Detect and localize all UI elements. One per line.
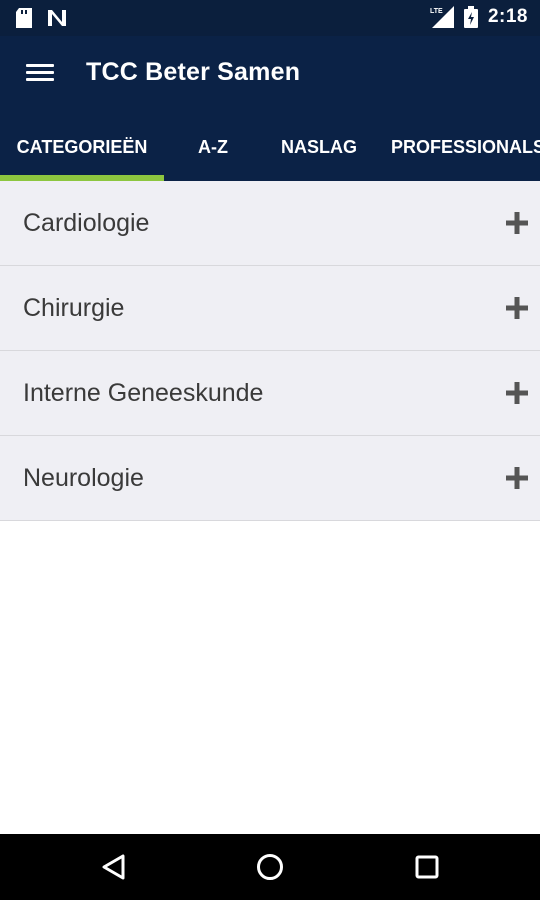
recents-icon[interactable] <box>407 847 447 887</box>
app-bar: TCC Beter Samen <box>0 36 540 116</box>
category-list: Cardiologie Chirurgie Interne Geneeskund… <box>0 181 540 521</box>
status-left <box>16 8 68 28</box>
tab-categorieen[interactable]: CATEGORIEËN <box>0 116 164 181</box>
category-label: Cardiologie <box>23 209 150 237</box>
plus-icon[interactable] <box>505 211 529 235</box>
category-label: Interne Geneeskunde <box>23 379 264 407</box>
app-title: TCC Beter Samen <box>86 58 301 86</box>
home-icon[interactable] <box>250 847 290 887</box>
status-time: 2:18 <box>487 6 528 27</box>
lte-signal-icon: LTE <box>430 6 454 28</box>
plus-icon[interactable] <box>505 296 529 320</box>
category-interne-geneeskunde[interactable]: Interne Geneeskunde <box>0 351 540 436</box>
plus-icon[interactable] <box>505 466 529 490</box>
hamburger-menu-icon[interactable] <box>20 60 60 92</box>
back-icon[interactable] <box>94 847 134 887</box>
status-right: LTE 2:18 <box>430 6 528 28</box>
svg-text:LTE: LTE <box>430 8 443 15</box>
battery-charging-icon <box>463 6 478 28</box>
tab-a-z[interactable]: A-Z <box>164 116 262 181</box>
tab-professionals[interactable]: PROFESSIONALS <box>376 116 540 181</box>
category-label: Neurologie <box>23 464 144 492</box>
category-label: Chirurgie <box>23 294 125 322</box>
status-bar: LTE 2:18 <box>0 0 540 36</box>
sd-card-icon <box>16 8 32 28</box>
category-chirurgie[interactable]: Chirurgie <box>0 266 540 351</box>
category-neurologie[interactable]: Neurologie <box>0 436 540 521</box>
system-nav-bar <box>0 834 540 900</box>
category-cardiologie[interactable]: Cardiologie <box>0 181 540 266</box>
plus-icon[interactable] <box>505 381 529 405</box>
n-notification-icon <box>48 10 66 26</box>
tab-bar: CATEGORIEËN A-Z NASLAG PROFESSIONALS <box>0 116 540 181</box>
tab-naslag[interactable]: NASLAG <box>262 116 376 181</box>
